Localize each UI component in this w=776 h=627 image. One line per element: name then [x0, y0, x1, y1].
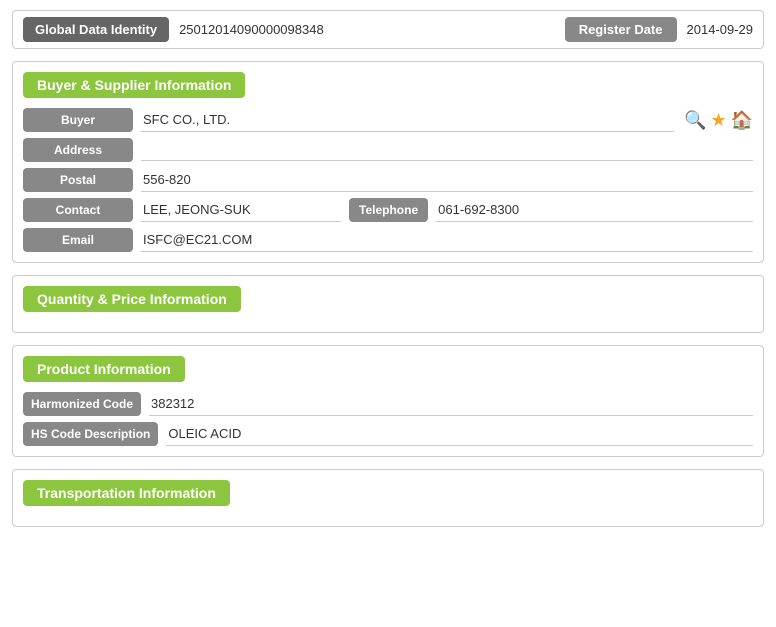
- postal-value: 556-820: [141, 168, 753, 192]
- search-icon[interactable]: 🔍: [684, 110, 706, 131]
- telephone-value: 061-692-8300: [436, 198, 753, 222]
- address-value: [141, 139, 753, 161]
- postal-row: Postal 556-820: [23, 168, 753, 192]
- hs-code-description-row: HS Code Description OLEIC ACID: [23, 422, 753, 446]
- top-bar: Global Data Identity 2501201409000009834…: [12, 10, 764, 49]
- harmonized-code-value: 382312: [149, 392, 753, 416]
- email-value: ISFC@EC21.COM: [141, 228, 753, 252]
- transportation-title: Transportation Information: [23, 480, 230, 506]
- address-row: Address: [23, 138, 753, 162]
- contact-value: LEE, JEONG-SUK: [141, 198, 341, 222]
- global-data-identity-label: Global Data Identity: [23, 17, 169, 42]
- product-section: Product Information Harmonized Code 3823…: [12, 345, 764, 457]
- transportation-section: Transportation Information: [12, 469, 764, 527]
- harmonized-code-label: Harmonized Code: [23, 392, 141, 416]
- buyer-row-main: SFC CO., LTD. 🔍 ★ 🏠: [141, 108, 753, 132]
- address-label: Address: [23, 138, 133, 162]
- product-title: Product Information: [23, 356, 185, 382]
- buyer-value: SFC CO., LTD.: [141, 108, 674, 132]
- hs-code-description-label: HS Code Description: [23, 422, 158, 446]
- buyer-label: Buyer: [23, 108, 133, 132]
- register-date-value: 2014-09-29: [687, 22, 754, 37]
- email-row: Email ISFC@EC21.COM: [23, 228, 753, 252]
- contact-row: Contact LEE, JEONG-SUK Telephone 061-692…: [23, 198, 753, 222]
- email-label: Email: [23, 228, 133, 252]
- quantity-section: Quantity & Price Information: [12, 275, 764, 333]
- hs-code-description-value: OLEIC ACID: [166, 422, 753, 446]
- postal-label: Postal: [23, 168, 133, 192]
- page-wrapper: Global Data Identity 2501201409000009834…: [0, 0, 776, 549]
- section-icons: 🔍 ★ 🏠: [684, 110, 753, 131]
- home-icon[interactable]: 🏠: [731, 110, 753, 131]
- global-data-identity-value: 25012014090000098348: [179, 22, 565, 37]
- telephone-label: Telephone: [349, 198, 428, 222]
- harmonized-code-row: Harmonized Code 382312: [23, 392, 753, 416]
- register-date-label: Register Date: [565, 17, 677, 42]
- buyer-supplier-title: Buyer & Supplier Information: [23, 72, 245, 98]
- buyer-supplier-section: Buyer & Supplier Information Buyer SFC C…: [12, 61, 764, 263]
- contact-label: Contact: [23, 198, 133, 222]
- quantity-title: Quantity & Price Information: [23, 286, 241, 312]
- buyer-row: Buyer SFC CO., LTD. 🔍 ★ 🏠: [23, 108, 753, 132]
- star-icon[interactable]: ★: [710, 110, 726, 131]
